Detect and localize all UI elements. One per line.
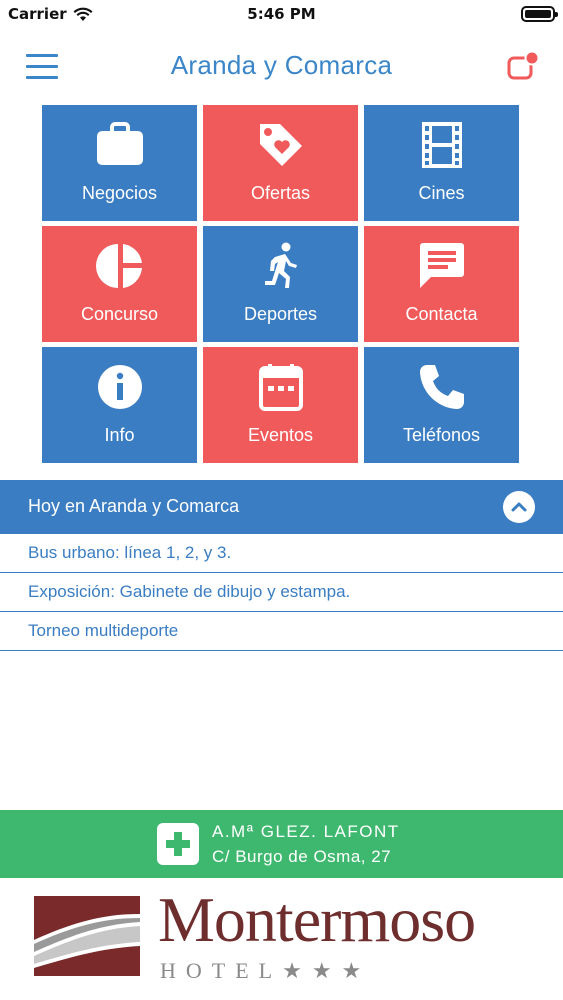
list-item[interactable]: Exposición: Gabinete de dibujo y estampa… bbox=[0, 573, 563, 612]
tile-telefonos[interactable]: Teléfonos bbox=[364, 347, 519, 463]
tile-label: Eventos bbox=[247, 425, 314, 445]
film-strip-icon bbox=[364, 119, 519, 171]
tile-concurso[interactable]: Concurso bbox=[42, 226, 197, 342]
pharmacy-address: C/ Burgo de Osma, 27 bbox=[212, 847, 392, 866]
calendar-icon bbox=[203, 361, 358, 413]
tile-info[interactable]: Info bbox=[42, 347, 197, 463]
today-list: Bus urbano: línea 1, 2, y 3. Exposición:… bbox=[0, 534, 563, 651]
tile-label: Cines bbox=[418, 183, 465, 203]
tile-negocios[interactable]: Negocios bbox=[42, 105, 197, 221]
tile-contacta[interactable]: Contacta bbox=[364, 226, 519, 342]
list-item[interactable]: Torneo multideporte bbox=[0, 612, 563, 651]
notification-badge-icon[interactable] bbox=[507, 50, 540, 82]
hotel-logo-mark bbox=[34, 892, 140, 978]
tile-label: Concurso bbox=[80, 304, 159, 324]
tile-label: Deportes bbox=[243, 304, 318, 324]
pharmacy-cross-icon bbox=[157, 823, 199, 865]
page-title: Aranda y Comarca bbox=[170, 50, 393, 80]
nav-bar: Aranda y Comarca bbox=[0, 40, 563, 96]
info-icon bbox=[42, 361, 197, 413]
battery-icon bbox=[521, 6, 558, 22]
tile-label: Info bbox=[104, 425, 135, 445]
tile-label: Teléfonos bbox=[402, 425, 481, 445]
tile-label: Negocios bbox=[81, 183, 158, 203]
pharmacy-name: A.Mª GLEZ. LAFONT bbox=[212, 822, 400, 841]
tile-label: Ofertas bbox=[250, 183, 311, 203]
advertisement-banner[interactable]: Montermoso HOTEL★★★ bbox=[0, 878, 563, 1000]
hotel-brand-name: Montermoso bbox=[158, 884, 476, 955]
tile-eventos[interactable]: Eventos bbox=[203, 347, 358, 463]
tile-deportes[interactable]: Deportes bbox=[203, 226, 358, 342]
chevron-up-icon[interactable] bbox=[503, 491, 535, 523]
today-section-title: Hoy en Aranda y Comarca bbox=[28, 496, 240, 516]
briefcase-icon bbox=[42, 119, 197, 171]
tag-heart-icon bbox=[203, 119, 358, 171]
tile-label: Contacta bbox=[405, 304, 478, 324]
chat-bubble-icon bbox=[364, 240, 519, 292]
pie-chart-icon bbox=[42, 240, 197, 292]
running-person-icon bbox=[203, 240, 358, 292]
tile-cines[interactable]: Cines bbox=[364, 105, 519, 221]
phone-icon bbox=[364, 361, 519, 413]
clock: 5:46 PM bbox=[247, 5, 316, 23]
tile-ofertas[interactable]: Ofertas bbox=[203, 105, 358, 221]
category-grid: Negocios Ofertas Cines Concurso Deportes… bbox=[42, 105, 521, 464]
list-item[interactable]: Bus urbano: línea 1, 2, y 3. bbox=[0, 534, 563, 573]
status-bar: Carrier 5:46 PM bbox=[0, 0, 563, 30]
pharmacy-on-duty-banner[interactable]: A.Mª GLEZ. LAFONT C/ Burgo de Osma, 27 bbox=[0, 810, 563, 878]
hotel-subtitle: HOTEL★★★ bbox=[160, 958, 372, 983]
today-section-header[interactable]: Hoy en Aranda y Comarca bbox=[0, 480, 563, 534]
